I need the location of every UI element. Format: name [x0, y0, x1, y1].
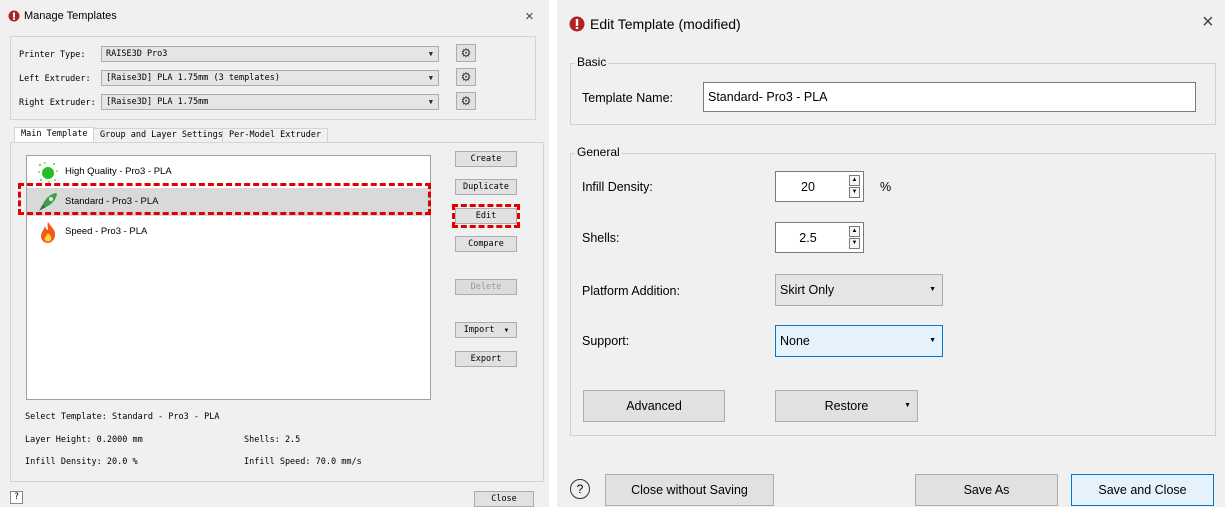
close-button[interactable]: Close: [474, 491, 534, 507]
right-extruder-gear-button[interactable]: ⚙: [456, 92, 476, 110]
right-extruder-label: Right Extruder:: [19, 98, 96, 108]
edit-button[interactable]: Edit: [455, 208, 517, 224]
infill-density-label: Infill Density:: [582, 180, 653, 194]
left-extruder-label: Left Extruder:: [19, 74, 91, 84]
restore-label: Restore: [824, 399, 869, 413]
platform-addition-label: Platform Addition:: [582, 284, 680, 298]
chevron-down-icon: ▼: [929, 286, 936, 293]
raise3d-logo-icon: [569, 16, 585, 32]
template-name-label: Template Name:: [582, 91, 674, 105]
template-name: Speed - Pro3 - PLA: [65, 226, 148, 237]
selected-template-text: Select Template: Standard - Pro3 - PLA: [25, 412, 220, 422]
printer-settings-gear-button[interactable]: ⚙: [456, 44, 476, 62]
advanced-button[interactable]: Advanced: [583, 390, 725, 422]
platform-addition-value: Skirt Only: [780, 283, 835, 297]
compare-button[interactable]: Compare: [455, 236, 517, 252]
infill-density-value: 20: [801, 180, 815, 194]
window-title: Manage Templates: [24, 10, 117, 22]
tab-group-and-layer-settings[interactable]: Group and Layer Settings: [93, 128, 230, 142]
infill-unit: %: [880, 180, 892, 194]
duplicate-button[interactable]: Duplicate: [455, 179, 517, 195]
support-select[interactable]: None ▼: [775, 325, 943, 357]
chevron-down-icon: ▼: [504, 327, 509, 334]
edit-template-dialog: Edit Template (modified) × Basic Templat…: [557, 0, 1225, 507]
flame-icon: [41, 222, 56, 243]
decrement-icon[interactable]: ▼: [849, 187, 860, 198]
shells-text: Shells: 2.5: [244, 435, 301, 445]
layer-height-text: Layer Height: 0.2000 mm: [25, 435, 143, 445]
printer-type-value: RAISE3D Pro3: [106, 49, 168, 59]
restore-button[interactable]: Restore ▼: [775, 390, 918, 422]
infill-speed-text: Infill Speed: 70.0 mm/s: [244, 457, 362, 467]
create-button[interactable]: Create: [455, 151, 517, 167]
chevron-down-icon: ▼: [929, 337, 936, 344]
right-extruder-select[interactable]: [Raise3D] PLA 1.75mm ▼: [101, 94, 439, 110]
basic-group-label: Basic: [575, 55, 609, 69]
list-item[interactable]: High Quality - Pro3 - PLA: [27, 158, 430, 186]
tab-per-model-extruder[interactable]: Per-Model Extruder: [222, 128, 329, 142]
manage-templates-dialog: Manage Templates × Printer Type: RAISE3D…: [0, 0, 549, 507]
infill-density-spinbox[interactable]: 20 ▲ ▼: [775, 171, 864, 202]
support-value: None: [780, 334, 810, 348]
shells-label: Shells:: [582, 231, 620, 245]
printer-type-select[interactable]: RAISE3D Pro3 ▼: [101, 46, 439, 62]
raise3d-logo-icon: [8, 10, 20, 22]
left-extruder-select[interactable]: [Raise3D] PLA 1.75mm (3 templates) ▼: [101, 70, 439, 86]
general-group-label: General: [575, 145, 622, 159]
gear-icon: ⚙: [460, 94, 472, 108]
save-as-button[interactable]: Save As: [915, 474, 1058, 506]
shells-value: 2.5: [799, 231, 817, 245]
list-item-selected[interactable]: Standard - Pro3 - PLA: [27, 188, 430, 216]
export-button[interactable]: Export: [455, 351, 517, 367]
template-name: Standard - Pro3 - PLA: [65, 196, 159, 207]
help-icon[interactable]: ?: [10, 491, 23, 504]
template-list[interactable]: High Quality - Pro3 - PLA Standard - Pro…: [26, 155, 431, 400]
decrement-icon[interactable]: ▼: [849, 238, 860, 249]
import-label: Import: [463, 325, 495, 335]
gear-icon: ⚙: [460, 46, 472, 60]
close-icon[interactable]: ×: [525, 8, 534, 25]
printer-type-label: Printer Type:: [19, 50, 86, 60]
left-extruder-gear-button[interactable]: ⚙: [456, 68, 476, 86]
left-extruder-value: [Raise3D] PLA 1.75mm (3 templates): [106, 73, 280, 83]
chevron-down-icon: ▼: [428, 98, 433, 106]
increment-icon[interactable]: ▲: [849, 226, 860, 237]
template-name-input[interactable]: Standard- Pro3 - PLA: [703, 82, 1196, 112]
chevron-down-icon: ▼: [428, 74, 433, 82]
rocket-icon: [39, 193, 57, 211]
close-icon[interactable]: ×: [1202, 11, 1214, 34]
save-and-close-button[interactable]: Save and Close: [1071, 474, 1214, 506]
gear-icon: ⚙: [460, 70, 472, 84]
right-extruder-value: [Raise3D] PLA 1.75mm: [106, 97, 209, 107]
tab-main-template[interactable]: Main Template: [14, 127, 95, 143]
green-dots-icon: [38, 162, 58, 183]
delete-button[interactable]: Delete: [455, 279, 517, 295]
import-button[interactable]: Import ▼: [455, 322, 517, 338]
shells-spinbox[interactable]: 2.5 ▲ ▼: [775, 222, 864, 253]
dialog-title: Edit Template (modified): [590, 16, 741, 32]
close-without-saving-button[interactable]: Close without Saving: [605, 474, 774, 506]
platform-addition-select[interactable]: Skirt Only ▼: [775, 274, 943, 306]
support-label: Support:: [582, 334, 630, 348]
infill-density-text: Infill Density: 20.0 %: [25, 457, 138, 467]
help-icon[interactable]: ?: [570, 479, 590, 499]
increment-icon[interactable]: ▲: [849, 175, 860, 186]
chevron-down-icon: ▼: [428, 50, 433, 58]
chevron-down-icon: ▼: [904, 402, 911, 409]
list-item[interactable]: Speed - Pro3 - PLA: [27, 218, 430, 246]
template-name: High Quality - Pro3 - PLA: [65, 166, 172, 177]
